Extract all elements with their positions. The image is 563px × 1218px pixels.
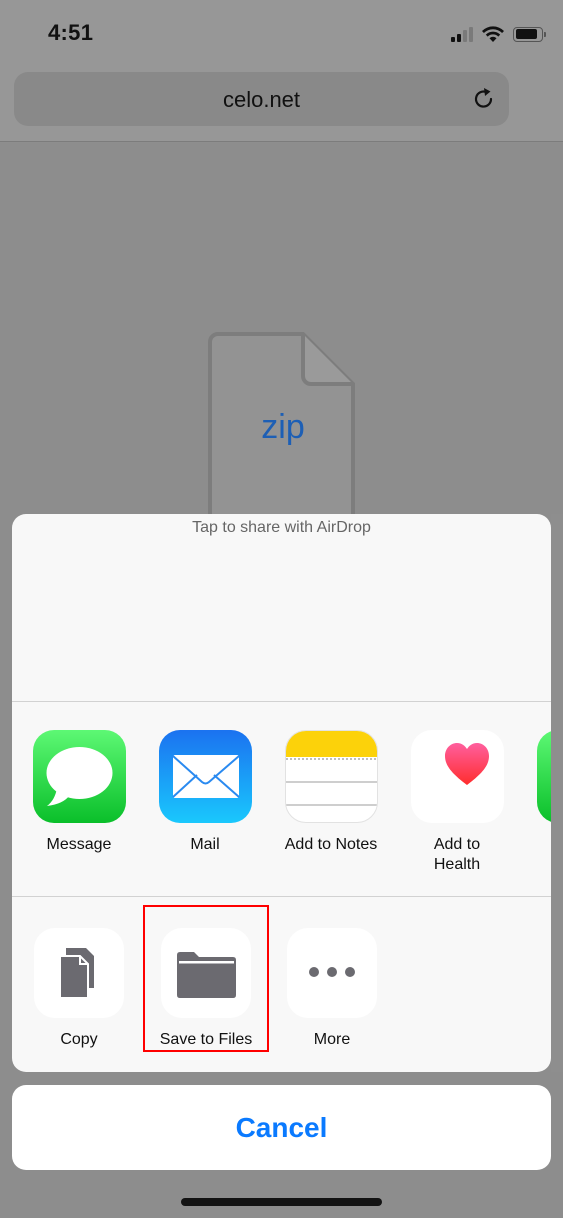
share-app-notes[interactable]: Add to Notes (271, 730, 391, 855)
airdrop-hint: Tap to share with AirDrop (192, 519, 371, 536)
copy-icon (34, 928, 124, 1018)
address-bar[interactable]: celo.net (14, 72, 509, 126)
url-text: celo.net (222, 87, 301, 112)
share-sheet: Tap to share with AirDrop Message Mail A… (12, 514, 551, 1072)
cancel-button[interactable]: Cancel (12, 1085, 551, 1170)
airdrop-devices-area (12, 544, 551, 701)
action-label: More (313, 1031, 351, 1048)
reload-icon[interactable] (471, 86, 497, 112)
share-app-mail[interactable]: Mail (145, 730, 265, 855)
airdrop-section[interactable]: Tap to share with AirDrop (12, 514, 551, 702)
more-icon (287, 928, 377, 1018)
status-time: 4:51 (48, 20, 94, 45)
highlight-annotation (143, 905, 269, 1052)
share-app-label: Add to Health (433, 836, 481, 873)
share-app-label: Mail (190, 836, 220, 853)
action-copy[interactable]: Copy (19, 928, 139, 1050)
browser-toolbar: celo.net (0, 66, 563, 142)
notes-icon (284, 730, 378, 823)
whatsapp-icon (536, 730, 551, 823)
messages-icon (32, 730, 126, 823)
share-app-message[interactable]: Message (19, 730, 139, 855)
action-label: Copy (60, 1031, 98, 1048)
battery-icon (513, 26, 546, 42)
share-app-label: W (523, 835, 551, 855)
action-more[interactable]: More (272, 928, 392, 1050)
file-type-label: zip (261, 408, 305, 446)
share-app-label: Add to Notes (284, 836, 378, 853)
status-icons (451, 24, 546, 44)
wifi-icon (482, 26, 504, 42)
sheet-right-edge (551, 514, 563, 1072)
share-actions-row[interactable]: Copy Save to Files More (12, 897, 551, 1072)
share-app-health[interactable]: Add to Health (397, 730, 517, 875)
cellular-signal-icon (451, 26, 473, 42)
share-app-whatsapp[interactable]: W (523, 730, 551, 855)
share-apps-row[interactable]: Message Mail Add to Notes Add to Health (12, 702, 551, 897)
home-indicator[interactable] (181, 1198, 382, 1206)
share-app-label: Message (46, 836, 112, 853)
mail-icon (158, 730, 252, 823)
status-bar: 4:51 (0, 0, 563, 66)
health-icon (410, 730, 504, 823)
